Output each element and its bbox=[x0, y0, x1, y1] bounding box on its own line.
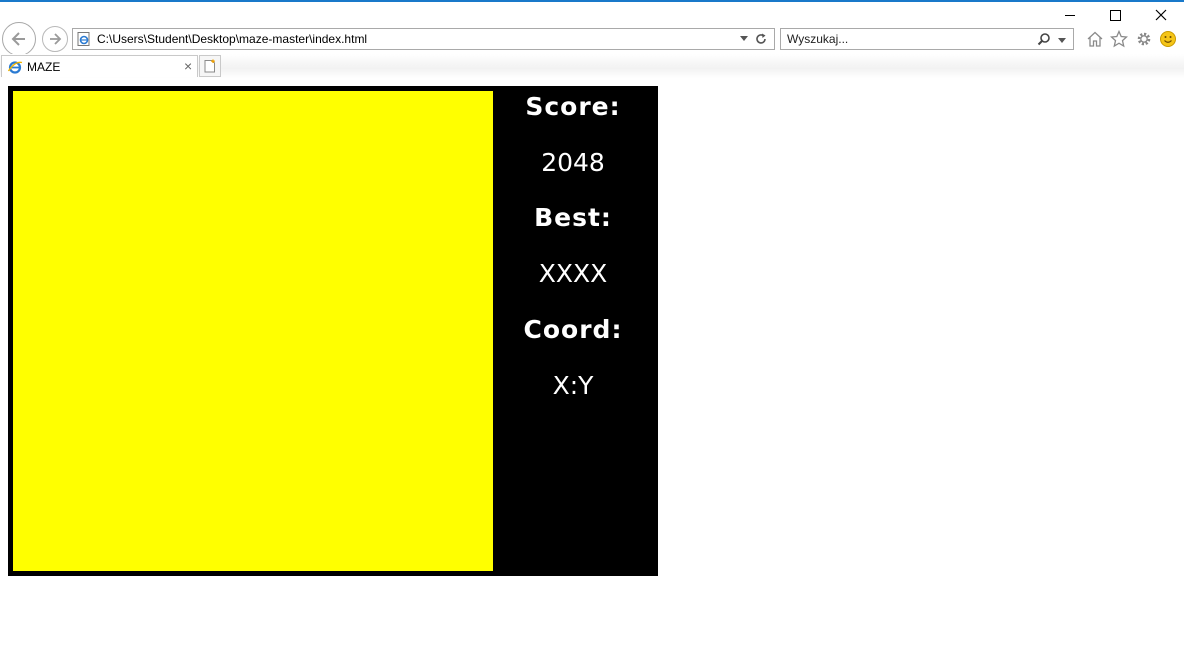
search-input[interactable] bbox=[787, 30, 1027, 48]
tab-close-icon[interactable]: × bbox=[184, 58, 192, 74]
ie-page-icon bbox=[77, 32, 90, 46]
minimize-button[interactable] bbox=[1047, 4, 1093, 26]
minimize-icon bbox=[1065, 14, 1075, 16]
game-container: Score: 2048 Best: XXXX Coord: X:Y bbox=[8, 86, 658, 576]
smiley-icon bbox=[1160, 31, 1176, 47]
coord-label: Coord: bbox=[523, 315, 623, 344]
search-dropdown-icon[interactable] bbox=[1058, 38, 1066, 43]
coord-value: X:Y bbox=[552, 371, 594, 400]
search-icon[interactable] bbox=[1037, 32, 1051, 46]
score-value: 2048 bbox=[541, 148, 605, 177]
favorites-button[interactable] bbox=[1109, 29, 1129, 49]
new-tab-icon bbox=[204, 59, 215, 73]
score-label: Score: bbox=[525, 92, 621, 121]
address-dropdown-icon[interactable] bbox=[740, 36, 748, 41]
score-panel: Score: 2048 Best: XXXX Coord: X:Y bbox=[503, 86, 643, 576]
address-text[interactable]: C:\Users\Student\Desktop\maze-master\ind… bbox=[97, 32, 367, 46]
search-box[interactable] bbox=[780, 28, 1074, 50]
star-icon bbox=[1110, 30, 1128, 48]
window-top-border bbox=[0, 0, 1184, 2]
home-icon bbox=[1087, 31, 1103, 47]
arrow-right-icon bbox=[50, 33, 62, 45]
close-window-button[interactable] bbox=[1138, 4, 1184, 26]
refresh-icon[interactable] bbox=[754, 32, 768, 46]
new-tab-button[interactable] bbox=[199, 55, 221, 77]
home-button[interactable] bbox=[1085, 29, 1105, 49]
back-button[interactable] bbox=[2, 22, 36, 56]
tab-title: MAZE bbox=[27, 60, 61, 74]
ie-favicon-icon bbox=[7, 61, 23, 74]
best-label: Best: bbox=[534, 203, 612, 232]
arrow-left-icon bbox=[11, 32, 25, 46]
forward-button[interactable] bbox=[42, 26, 68, 52]
close-icon bbox=[1155, 9, 1167, 21]
gear-icon bbox=[1137, 32, 1151, 46]
feedback-button[interactable] bbox=[1158, 29, 1178, 49]
tools-button[interactable] bbox=[1134, 29, 1154, 49]
tab-maze[interactable]: MAZE × bbox=[1, 55, 198, 77]
maximize-icon bbox=[1109, 9, 1121, 21]
best-value: XXXX bbox=[538, 259, 608, 288]
maximize-button[interactable] bbox=[1092, 4, 1138, 26]
address-bar[interactable]: C:\Users\Student\Desktop\maze-master\ind… bbox=[72, 28, 775, 50]
maze-canvas[interactable] bbox=[13, 91, 493, 571]
